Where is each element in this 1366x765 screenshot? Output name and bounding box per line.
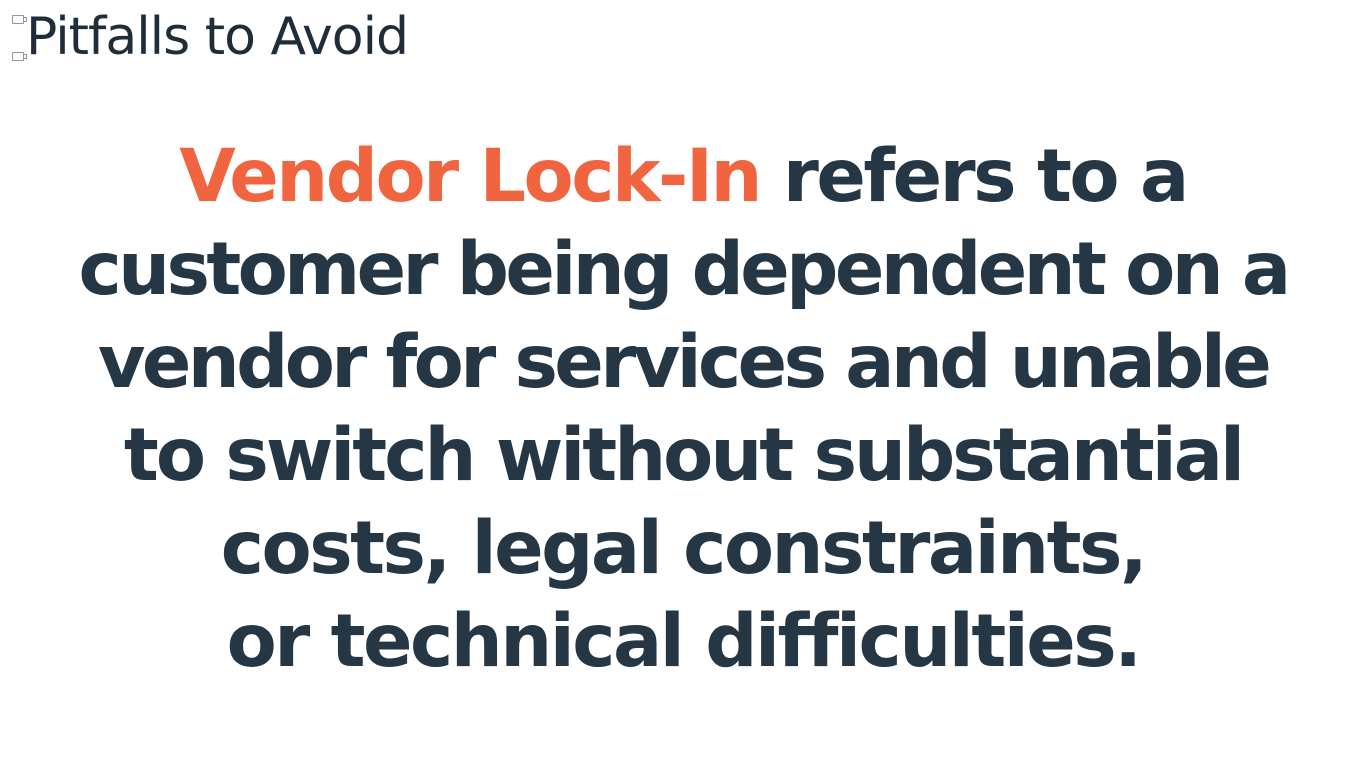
record-icon[interactable]	[12, 52, 27, 61]
definition-line-6: or technical difficulties.	[226, 599, 1142, 684]
definition-line-3: vendor for services and unable	[97, 320, 1272, 405]
definition-line-1: Vendor Lock-In refers to a	[0, 130, 1366, 223]
camera-icon[interactable]	[12, 15, 27, 24]
slide: Pitfalls to Avoid Vendor Lock-In refers …	[0, 0, 1366, 765]
definition-line-1-rest: refers to a	[759, 134, 1189, 219]
slide-title: Pitfalls to Avoid	[26, 7, 409, 67]
definition-line-2: customer being dependent on a	[78, 227, 1291, 312]
definition-line-5: costs, legal constraints,	[220, 506, 1148, 591]
highlighted-term: Vendor Lock-In	[179, 134, 762, 219]
definition-text: Vendor Lock-In refers to a customer bein…	[0, 130, 1366, 688]
definition-line-4: to switch without substantial	[123, 413, 1245, 498]
